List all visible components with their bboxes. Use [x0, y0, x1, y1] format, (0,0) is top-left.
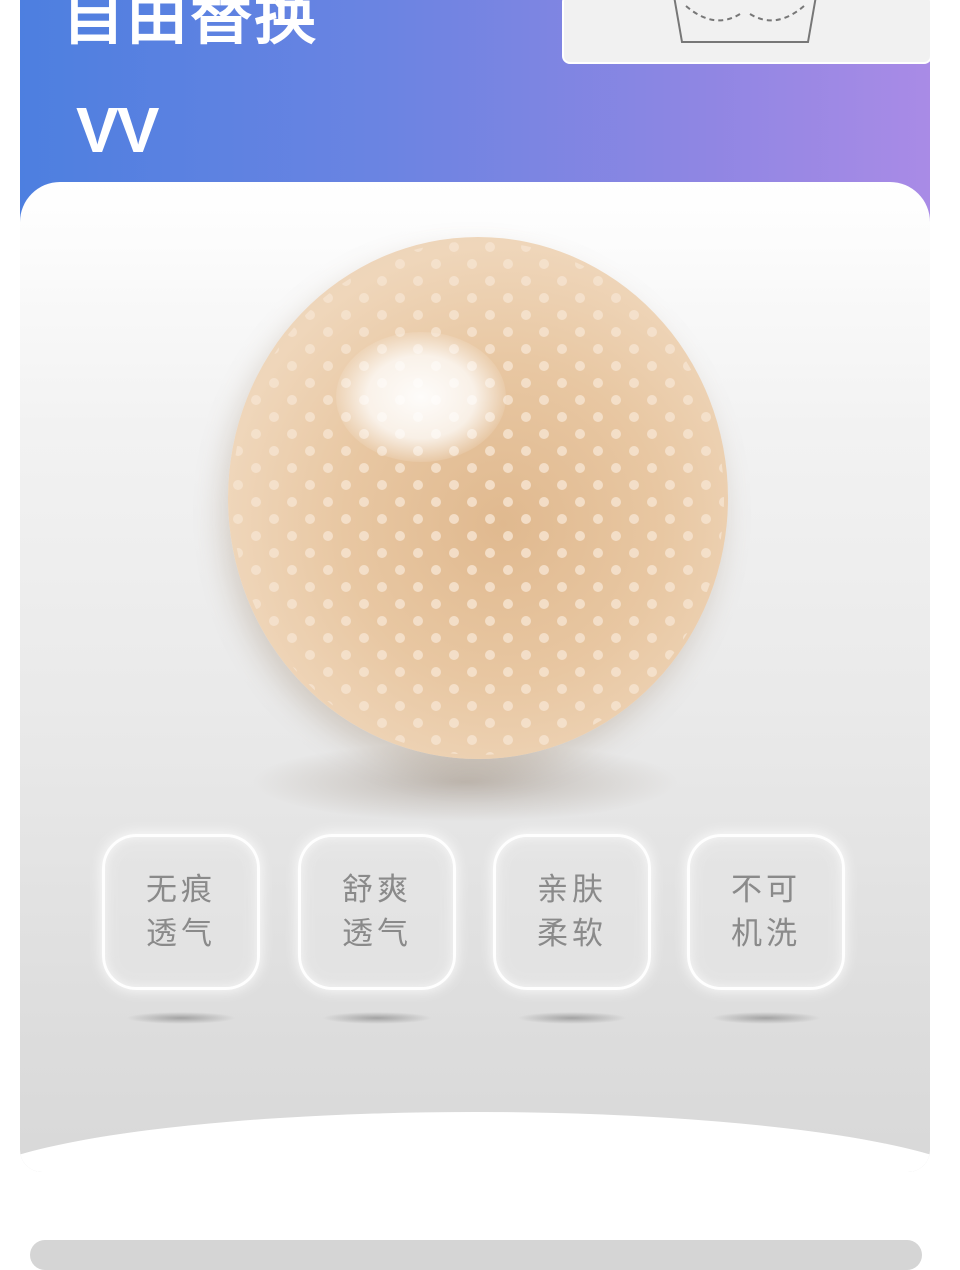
perforation-dots-icon — [232, 241, 724, 755]
tile-shadow — [711, 1012, 821, 1024]
card-bottom-curve — [20, 1112, 930, 1172]
page-title: 自由替换 — [62, 0, 319, 53]
cotton-fiber-highlight — [336, 332, 506, 462]
feature-label: 舒爽透气 — [342, 872, 412, 952]
next-section-edge — [30, 1240, 922, 1270]
product-card: 无痕透气 舒爽透气 亲肤柔软 不可机洗 — [20, 182, 930, 1172]
feature-label: 无痕透气 — [146, 872, 216, 952]
tile-shadow — [126, 1012, 236, 1024]
feature-label: 亲肤柔软 — [537, 872, 607, 952]
tile-shadow — [322, 1012, 432, 1024]
breast-pad-image — [228, 237, 728, 759]
feature-tile-comfort: 舒爽透气 — [298, 834, 456, 990]
feature-tile-soft: 亲肤柔软 — [493, 834, 651, 990]
feature-label: 不可机洗 — [731, 872, 801, 952]
bra-outline-icon — [673, 0, 817, 43]
bra-product-thumbnail — [562, 0, 932, 64]
page-subtitle: VV — [76, 94, 159, 166]
feature-tile-no-machine-wash: 不可机洗 — [687, 834, 845, 990]
feature-tile-seamless: 无痕透气 — [102, 834, 260, 990]
tile-shadow — [517, 1012, 627, 1024]
